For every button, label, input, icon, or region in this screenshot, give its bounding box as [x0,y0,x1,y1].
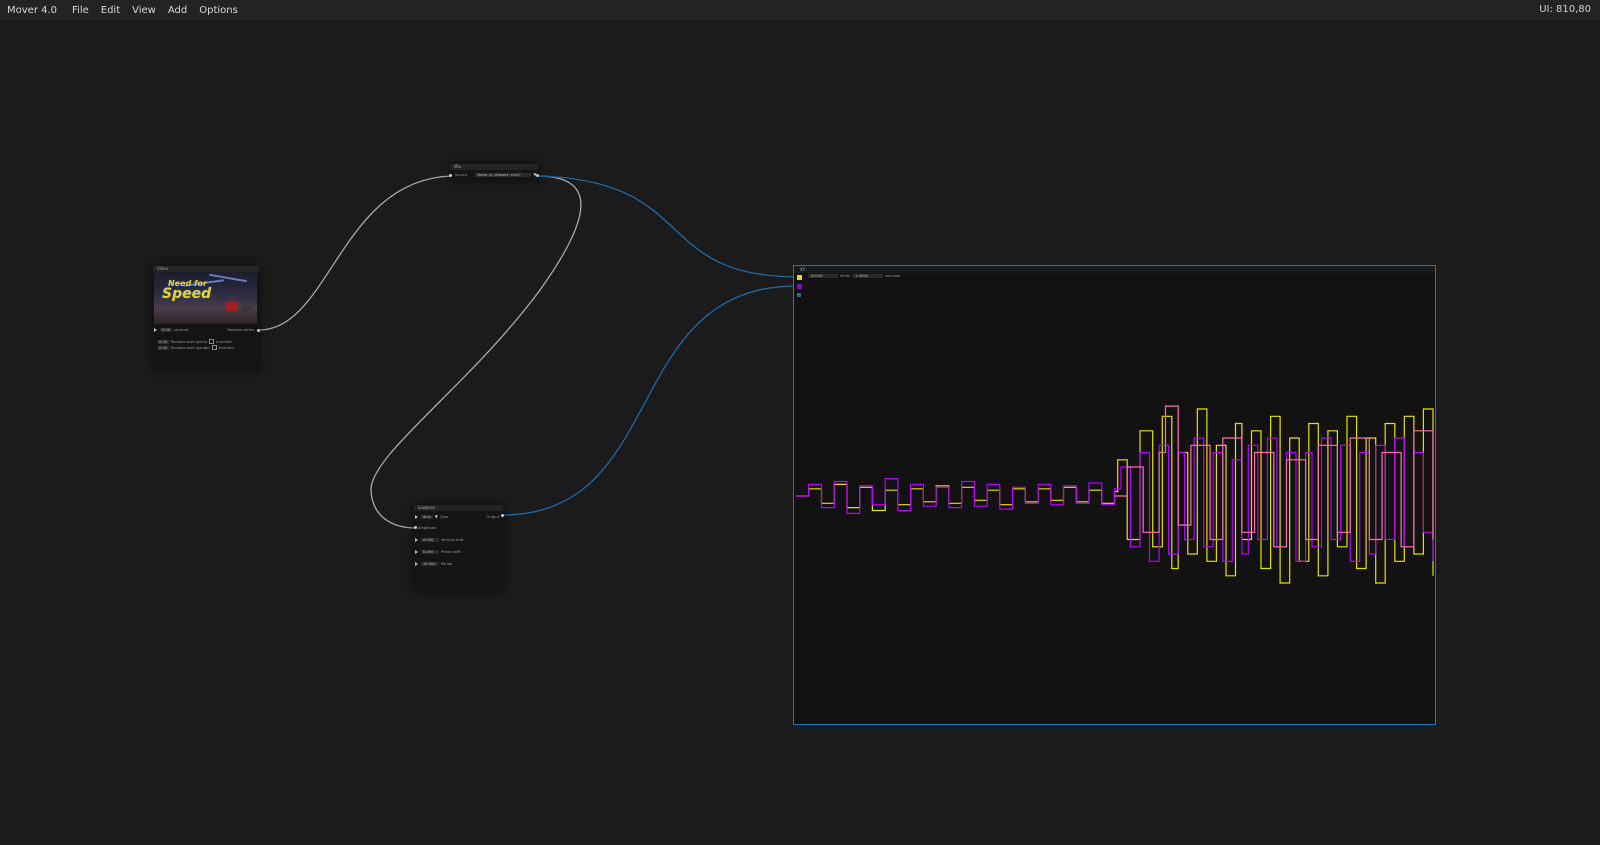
video-thumbnail: Need for Speed [154,272,257,324]
type-dropdown[interactable]: Sine [421,514,433,519]
gauge-inverted-label: Inverted [218,345,234,350]
lowpass-period-row: 10.000 Period [415,562,452,566]
seconds-field[interactable]: 0.00 [160,328,173,332]
video-output-port[interactable] [257,329,260,332]
triangle-input-icon[interactable] [415,514,418,519]
wire-mix-to-lowpass[interactable] [370,175,582,529]
video-row-pitch: 0.00 Random part (pitch) Inverted [157,339,231,344]
amplitude-label: Amplitude [418,526,437,530]
pitch-label: Random part (pitch) [171,339,208,344]
lowpass-vertical-shift-row: 0.000 Vertical shift [415,538,463,542]
type-label: Type [439,514,449,519]
menu-edit[interactable]: Edit [95,5,126,16]
gauge-field[interactable]: 0.00 [157,345,170,350]
pitch-field[interactable]: 0.00 [157,339,170,344]
checkbox-icon[interactable] [209,339,215,344]
menu-options[interactable]: Options [193,5,244,16]
menu-view[interactable]: View [126,5,162,16]
lowpass-output-port[interactable] [501,514,504,517]
triangle-input-icon[interactable] [415,562,418,566]
pitch-inverted-label: Inverted [216,339,232,344]
menu-bar: Mover 4.0 File Edit View Add Options UI:… [0,0,1600,20]
wire-lowpass-to-plot[interactable] [501,285,798,516]
gauge-label: Random part (gauge) [171,345,210,350]
triangle-input-icon[interactable] [154,328,157,332]
mix-node-header[interactable]: Mix [450,164,538,170]
vertical-shift-label: Vertical shift [441,538,464,542]
dropdown-icon[interactable]: ▼ [435,514,438,519]
source-dropdown[interactable]: Noise (x, phasors, sin/c) [475,172,532,177]
mix-input-port[interactable] [449,174,452,177]
plot-node[interactable]: XY 100.00 Width 1.0000 seconds [793,265,1436,725]
mix-node[interactable]: Mix Source Noise (x, phasors, sin/c) ▼ [449,164,539,180]
mix-source-row: Source Noise (x, phasors, sin/c) ▼ [455,172,536,177]
period-field[interactable]: 10.000 [421,562,439,566]
amplitude-input-port[interactable] [414,526,417,529]
video-row-gauge: 0.00 Random part (gauge) Inverted [157,345,234,350]
menu-add[interactable]: Add [162,5,193,16]
video-row-seconds: 0.00 seconds Random series [154,328,258,332]
ui-scale-readout: UI: 810,80 [1539,4,1591,15]
seconds-label: seconds [174,328,189,332]
lowpass-phase-shift-row: 0.000 Phase shift [415,550,461,554]
mix-output-port[interactable] [536,174,539,177]
period-label: Period [441,562,453,566]
menu-file[interactable]: File [66,5,95,16]
thumbnail-logo-bottom: Speed [162,286,212,302]
wire-video-to-mix[interactable] [258,175,452,331]
lowpass-amplitude-row: Amplitude [418,526,436,530]
lowpass-node[interactable]: Lowpass Sine ▼ Type Output Amplitude 0.0… [414,505,504,591]
app-title: Mover 4.0 [7,4,58,16]
vertical-shift-field[interactable]: 0.000 [421,538,439,542]
lowpass-type-row: Sine ▼ Type Output [415,514,501,519]
lowpass-node-header[interactable]: Lowpass [414,505,503,511]
phase-shift-field[interactable]: 0.000 [421,550,439,554]
video-node[interactable]: Video Need for Speed 0.00 seconds Random… [153,266,260,370]
checkbox-icon[interactable] [211,345,217,350]
triangle-input-icon[interactable] [415,550,418,554]
triangle-input-icon[interactable] [415,538,418,542]
phase-shift-label: Phase shift [441,550,461,554]
plot-canvas[interactable] [794,266,1435,724]
wire-mix-to-plot[interactable] [536,175,798,278]
source-label: Source [455,172,468,177]
output-label: Output [486,514,499,519]
random-series-output-label: Random series [227,328,254,332]
